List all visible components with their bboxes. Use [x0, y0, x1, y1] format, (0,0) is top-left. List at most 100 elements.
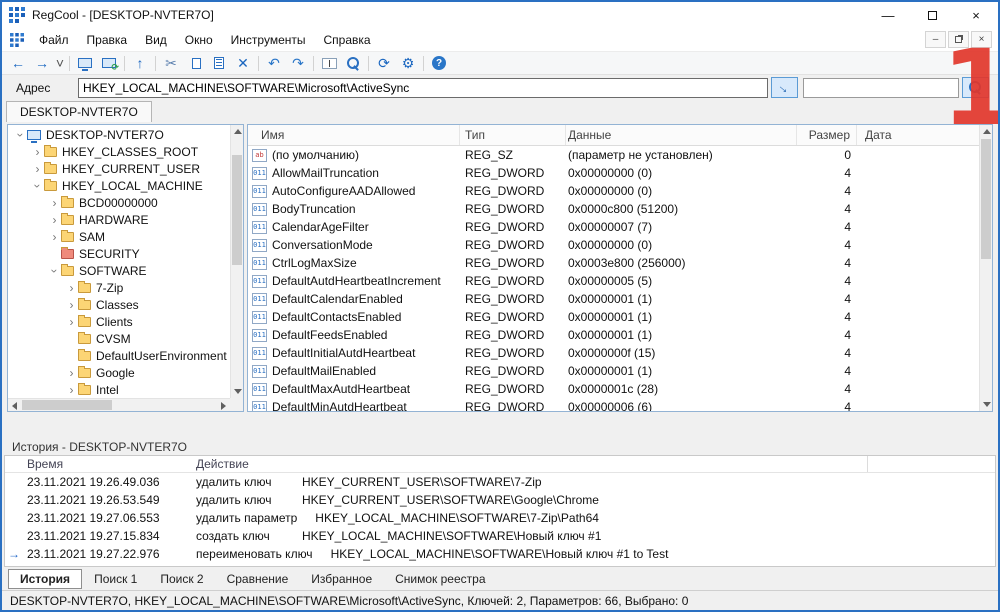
column-header-type[interactable]: Тип — [460, 125, 566, 145]
close-button[interactable]: × — [954, 2, 998, 28]
tree-horizontal-scrollbar[interactable] — [8, 398, 230, 411]
tree-item-DefaultUserEnvironment[interactable]: DefaultUserEnvironment — [8, 347, 230, 364]
history-row[interactable]: 23.11.2021 19.26.49.036 удалить ключ HKEY_… — [5, 473, 995, 491]
value-row[interactable]: 011 DefaultCalendarEnabled REG_DWORD 0x0000… — [248, 290, 979, 308]
menu-view[interactable]: Вид — [136, 31, 176, 49]
help-button[interactable]: ? — [427, 53, 451, 74]
tree-item-7-Zip[interactable]: › 7-Zip — [8, 279, 230, 296]
tree-vscroll-thumb[interactable] — [232, 155, 242, 265]
tree-item-Classes[interactable]: › Classes — [8, 296, 230, 313]
export-button[interactable] — [207, 53, 231, 74]
connect-button[interactable] — [73, 53, 97, 74]
tab-desktop-nvter7o[interactable]: DESKTOP-NVTER7O — [6, 101, 152, 122]
mdi-child-icon[interactable] — [10, 32, 24, 47]
forward-button[interactable]: → — [30, 53, 54, 74]
tab-search2[interactable]: Поиск 2 — [149, 570, 214, 588]
tree-hscroll-thumb[interactable] — [22, 400, 112, 410]
tree-item-HKEY_CLASSES_ROOT[interactable]: › HKEY_CLASSES_ROOT — [8, 143, 230, 160]
expander-icon[interactable]: › — [31, 146, 44, 158]
scroll-up-button[interactable] — [231, 125, 244, 138]
values-vertical-scrollbar[interactable] — [979, 125, 992, 411]
tab-favorites[interactable]: Избранное — [300, 570, 383, 588]
tab-compare[interactable]: Сравнение — [216, 570, 300, 588]
delete-button[interactable]: ✕ — [231, 53, 255, 74]
refresh-button[interactable]: ⟳ — [372, 53, 396, 74]
settings-button[interactable]: ⚙ — [396, 53, 420, 74]
tree-item-SECURITY[interactable]: SECURITY — [8, 245, 230, 262]
history-row[interactable]: 23.11.2021 19.27.06.553 удалить параметр H… — [5, 509, 995, 527]
tree-item-DESKTOP-NVTER7O[interactable]: › DESKTOP-NVTER7O — [8, 126, 230, 143]
copy-button[interactable] — [183, 53, 207, 74]
values-vscroll-thumb[interactable] — [981, 139, 991, 259]
value-row[interactable]: 011 DefaultMinAutdHeartbeat REG_DWORD 0x000… — [248, 398, 979, 411]
menu-file[interactable]: Файл — [30, 31, 78, 49]
value-row[interactable]: 011 DefaultMailEnabled REG_DWORD 0x00000001… — [248, 362, 979, 380]
column-header-action[interactable]: Действие — [183, 456, 868, 472]
value-row[interactable]: 011 DefaultAutdHeartbeatIncrement REG_DWOR… — [248, 272, 979, 290]
cut-button[interactable]: ✂ — [159, 53, 183, 74]
tree-item-HARDWARE[interactable]: › HARDWARE — [8, 211, 230, 228]
expander-icon[interactable]: › — [14, 128, 28, 141]
expander-icon[interactable]: › — [65, 367, 78, 379]
column-header-size[interactable]: Размер — [797, 125, 857, 145]
value-row[interactable]: 011 DefaultContactsEnabled REG_DWORD 0x0000… — [248, 308, 979, 326]
menu-help[interactable]: Справка — [315, 31, 380, 49]
tree-item-CVSM[interactable]: CVSM — [8, 330, 230, 347]
value-row[interactable]: 011 AutoConfigureAADAllowed REG_DWORD 0x000… — [248, 182, 979, 200]
rename-button[interactable] — [317, 53, 341, 74]
tree-item-SAM[interactable]: › SAM — [8, 228, 230, 245]
scroll-right-button[interactable] — [217, 399, 230, 412]
value-row[interactable]: 011 DefaultFeedsEnabled REG_DWORD 0x0000000… — [248, 326, 979, 344]
find-button[interactable] — [341, 53, 365, 74]
value-row[interactable]: 011 CtrlLogMaxSize REG_DWORD 0x0003e800 (25… — [248, 254, 979, 272]
value-row[interactable]: 011 BodyTruncation REG_DWORD 0x0000c800 (51… — [248, 200, 979, 218]
tab-snapshot[interactable]: Снимок реестра — [384, 570, 496, 588]
scroll-down-button[interactable] — [980, 398, 993, 411]
tree-item-SOFTWARE[interactable]: › SOFTWARE — [8, 262, 230, 279]
tree-vertical-scrollbar[interactable] — [230, 125, 243, 398]
reconnect-button[interactable] — [97, 53, 121, 74]
minimize-button[interactable]: — — [866, 2, 910, 28]
history-row[interactable]: 23.11.2021 19.27.15.834 создать ключ HKEY_… — [5, 527, 995, 545]
column-header-time[interactable]: Время — [23, 457, 183, 471]
value-row[interactable]: 011 DefaultMaxAutdHeartbeat REG_DWORD 0x000… — [248, 380, 979, 398]
goto-key-button[interactable]: → — [771, 77, 798, 98]
tree-item-Intel[interactable]: › Intel — [8, 381, 230, 398]
value-row[interactable]: 011 AllowMailTruncation REG_DWORD 0x0000000… — [248, 164, 979, 182]
expander-icon[interactable]: › — [48, 214, 61, 226]
parent-key-button[interactable]: ↑ — [128, 53, 152, 74]
tab-search1[interactable]: Поиск 1 — [83, 570, 148, 588]
filter-input[interactable] — [803, 77, 959, 98]
expander-icon[interactable]: › — [65, 316, 78, 328]
column-header-name[interactable]: Имя — [248, 125, 460, 145]
history-dropdown-button[interactable]: ˅ — [54, 53, 66, 74]
address-input[interactable] — [78, 77, 768, 98]
expander-icon[interactable]: › — [65, 299, 78, 311]
tree-item-HKEY_CURRENT_USER[interactable]: › HKEY_CURRENT_USER — [8, 160, 230, 177]
expander-icon[interactable]: › — [48, 264, 62, 277]
history-row[interactable]: → 23.11.2021 19.27.22.976 переименовать кл… — [5, 545, 995, 563]
value-row[interactable]: 011 CalendarAgeFilter REG_DWORD 0x00000007 … — [248, 218, 979, 236]
menu-edit[interactable]: Правка — [78, 31, 137, 49]
scroll-down-button[interactable] — [231, 385, 244, 398]
scroll-left-button[interactable] — [8, 399, 21, 412]
value-row[interactable]: ab (по умолчанию) REG_SZ (параметр не устан… — [248, 146, 979, 164]
back-button[interactable]: ← — [6, 53, 30, 74]
expander-icon[interactable]: › — [31, 163, 44, 175]
menu-tools[interactable]: Инструменты — [222, 31, 315, 49]
expander-icon[interactable]: › — [48, 197, 61, 209]
tree-item-HKEY_LOCAL_MACHINE[interactable]: › HKEY_LOCAL_MACHINE — [8, 177, 230, 194]
undo-button[interactable]: ↶ — [262, 53, 286, 74]
tab-history[interactable]: История — [8, 568, 83, 589]
expander-icon[interactable]: › — [31, 179, 45, 192]
value-row[interactable]: 011 ConversationMode REG_DWORD 0x00000000 (… — [248, 236, 979, 254]
column-header-data[interactable]: Данные — [566, 125, 797, 145]
menu-window[interactable]: Окно — [176, 31, 222, 49]
maximize-button[interactable] — [910, 2, 954, 28]
history-row[interactable]: 23.11.2021 19.26.53.549 удалить ключ HKEY_… — [5, 491, 995, 509]
redo-button[interactable]: ↷ — [286, 53, 310, 74]
tree-item-BCD00000000[interactable]: › BCD00000000 — [8, 194, 230, 211]
expander-icon[interactable]: › — [65, 282, 78, 294]
expander-icon[interactable]: › — [48, 231, 61, 243]
expander-icon[interactable]: › — [65, 384, 78, 396]
